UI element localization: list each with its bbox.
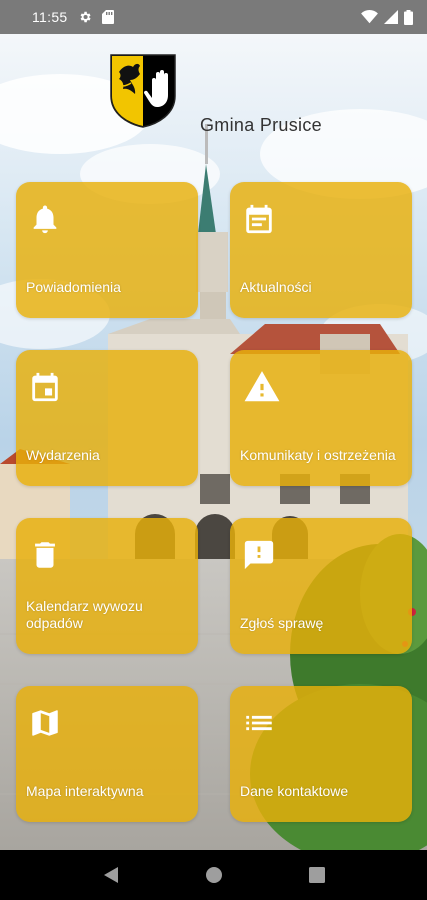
status-time: 11:55	[32, 9, 68, 25]
settings-icon	[80, 11, 91, 23]
tile-wydarzenia[interactable]: Wydarzenia	[16, 350, 198, 486]
tile-dane-kontaktowe[interactable]: Dane kontaktowe	[230, 686, 412, 822]
back-icon[interactable]	[103, 866, 119, 884]
system-nav-bar	[0, 850, 427, 900]
tile-powiadomienia[interactable]: Powiadomienia	[16, 182, 198, 318]
battery-icon	[404, 9, 413, 25]
signal-icon	[384, 10, 398, 24]
menu-grid: Powiadomienia Aktualności Wydarzenia Kom…	[0, 0, 427, 850]
report-icon	[244, 540, 274, 570]
map-icon	[32, 710, 58, 736]
list-icon	[246, 715, 272, 731]
trash-icon	[35, 542, 55, 568]
recents-icon[interactable]	[308, 867, 325, 883]
tile-label: Dane kontaktowe	[240, 783, 349, 799]
tile-kalendarz-odpadow[interactable]: Kalendarz wywozu odpadów	[16, 518, 198, 654]
bell-icon	[33, 205, 57, 234]
tile-mapa[interactable]: Mapa interaktywna	[16, 686, 198, 822]
tile-label: Aktualności	[240, 279, 312, 295]
calendar-icon	[32, 372, 58, 402]
tile-komunikaty[interactable]: Komunikaty i ostrzeżenia	[230, 350, 412, 486]
sd-card-icon	[101, 10, 114, 24]
tile-label: Kalendarz wywozu odpadów	[26, 598, 143, 631]
wifi-icon	[361, 10, 378, 24]
tile-aktualnosci[interactable]: Aktualności	[230, 182, 412, 318]
tile-label: Powiadomienia	[26, 279, 121, 295]
tile-label: Zgłoś sprawę	[240, 615, 324, 631]
tile-label: Wydarzenia	[26, 447, 100, 463]
tile-label: Mapa interaktywna	[26, 783, 144, 799]
news-icon	[246, 204, 272, 234]
tile-zglos-sprawe[interactable]: Zgłoś sprawę	[230, 518, 412, 654]
status-bar: 11:55	[0, 0, 427, 34]
tile-label: Komunikaty i ostrzeżenia	[240, 447, 396, 463]
home-icon[interactable]	[205, 866, 223, 884]
warning-icon	[244, 371, 280, 402]
